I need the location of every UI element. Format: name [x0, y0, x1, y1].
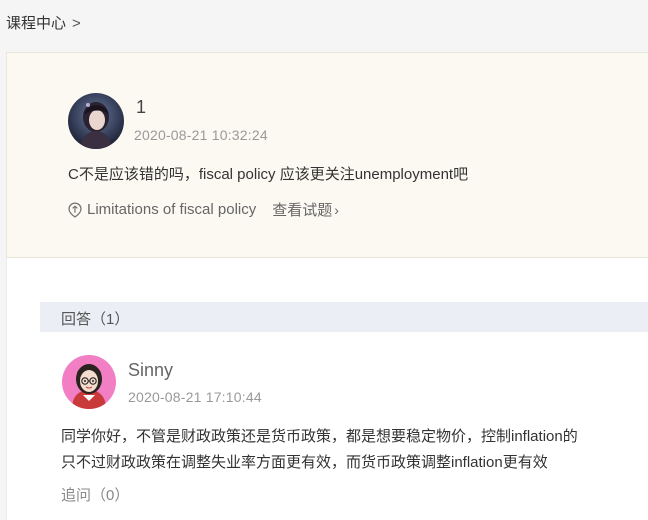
answer-timestamp: 2020-08-21 17:10:44: [128, 389, 262, 405]
answer-text-line: 只不过财政政策在调整失业率方面更有效，而货币政策调整inflation更有效: [61, 454, 548, 471]
breadcrumb: 课程中心 >: [6, 12, 81, 33]
question-user-avatar[interactable]: [68, 93, 124, 149]
chevron-right-icon: ›: [334, 201, 339, 218]
breadcrumb-course-center-link[interactable]: 课程中心: [6, 15, 66, 32]
question-card: 1 2020-08-21 10:32:24 C不是应该错的吗，fiscal po…: [6, 52, 648, 258]
view-question-link[interactable]: 查看试题 ›: [272, 199, 339, 220]
answer-count-bar: 回答（1）: [40, 302, 648, 332]
question-username: 1: [136, 97, 147, 117]
view-question-label: 查看试题: [272, 202, 333, 219]
knowledge-point-label[interactable]: Limitations of fiscal policy: [87, 201, 256, 218]
answer-text-line: 同学你好，不管是财政政策还是货币政策，都是想要稳定物价，控制inflation的: [61, 428, 578, 445]
knowledge-point-icon: [67, 202, 83, 218]
answer-username: Sinny: [128, 360, 174, 380]
answer-text: 同学你好，不管是财政政策还是货币政策，都是想要稳定物价，控制inflation的…: [61, 424, 578, 476]
answer-panel: 回答（1） Sinny 2020-08-21 17:10:44 同学你好，不管是…: [6, 258, 648, 520]
answer-user-avatar[interactable]: [62, 355, 116, 409]
question-text: C不是应该错的吗，fiscal policy 应该更关注unemployment…: [68, 166, 469, 183]
followup-button[interactable]: 追问（0）: [61, 484, 129, 505]
breadcrumb-separator: >: [72, 15, 81, 32]
question-meta: Limitations of fiscal policy 查看试题 ›: [67, 199, 339, 220]
question-timestamp: 2020-08-21 10:32:24: [134, 127, 268, 143]
answer-count-label: 回答（1）: [61, 311, 130, 328]
